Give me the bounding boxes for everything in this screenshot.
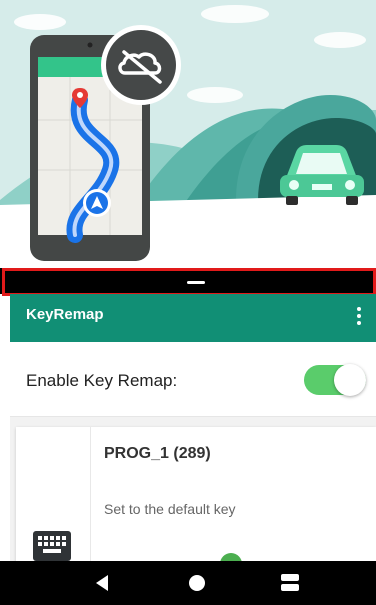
keyboard-icon [33,531,71,561]
home-circle-icon[interactable] [177,561,217,605]
toggle-knob [334,364,366,396]
app-bar: KeyRemap [10,294,376,342]
cloud-off-icon [101,25,181,105]
key-description: Set to the default key [104,501,236,517]
list-item[interactable]: PROG_1 (289) Set to the default key [16,427,376,561]
list-item-icon-column [16,427,91,561]
navigation-arrow-icon [83,189,111,217]
enable-key-remap-toggle[interactable] [304,364,366,396]
enable-key-remap-row: Enable Key Remap: [10,342,376,417]
back-triangle-icon[interactable] [82,561,122,605]
split-screen-divider[interactable] [0,268,376,296]
system-nav-bar [0,561,376,605]
recents-square-icon[interactable] [270,561,310,605]
key-name: PROG_1 (289) [104,445,211,462]
app-title: KeyRemap [26,306,104,323]
more-vert-icon[interactable] [352,304,366,330]
key-list: PROG_1 (289) Set to the default key [10,417,376,561]
drag-handle-icon[interactable] [187,281,205,284]
maps-offline-illustration [0,0,376,268]
enable-key-remap-label: Enable Key Remap: [26,371,178,390]
key-mode-radio[interactable] [220,553,242,561]
